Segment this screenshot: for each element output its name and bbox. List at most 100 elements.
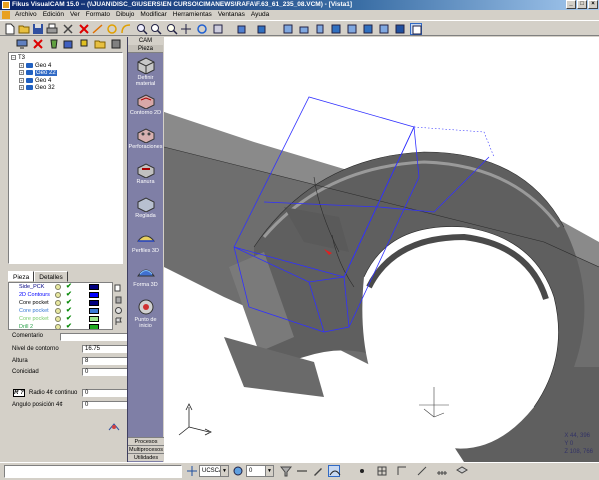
curve-mode-icon[interactable] <box>328 465 341 477</box>
view-bottom-icon[interactable] <box>346 23 358 35</box>
taper-field[interactable]: 0 <box>82 368 130 376</box>
help-icon[interactable] <box>108 422 120 432</box>
color-swatch[interactable] <box>89 308 99 314</box>
view-left-icon[interactable] <box>378 23 390 35</box>
flag-icon[interactable] <box>114 317 123 326</box>
draw-line-icon[interactable] <box>92 23 104 35</box>
pen-icon[interactable] <box>312 465 324 477</box>
list-item[interactable]: Side_PCK ✔ <box>9 283 112 291</box>
tool-icon[interactable] <box>48 38 60 50</box>
remove-icon[interactable] <box>32 38 44 50</box>
layer-color-icon[interactable] <box>232 465 244 477</box>
minimize-button[interactable]: _ <box>566 0 576 9</box>
zoom-extents-icon[interactable] <box>166 23 178 35</box>
snap-origin-icon[interactable] <box>186 465 198 477</box>
layers-icon[interactable] <box>456 465 468 477</box>
grid-snap-icon[interactable] <box>376 465 388 477</box>
view-iso-icon[interactable] <box>256 23 268 35</box>
check-icon[interactable]: ✔ <box>66 299 72 307</box>
tree-item[interactable]: + Geo 4 <box>11 62 120 71</box>
draw-arc-icon[interactable] <box>120 23 132 35</box>
visibility-bulb-icon[interactable] <box>55 300 61 306</box>
view-back-icon[interactable] <box>330 23 342 35</box>
define-material-button[interactable]: Definir material <box>128 56 163 88</box>
expand-icon[interactable]: + <box>19 70 24 75</box>
check-icon[interactable]: ✔ <box>66 291 72 299</box>
color-swatch[interactable] <box>89 300 99 306</box>
color-swatch[interactable] <box>89 316 99 322</box>
expand-icon[interactable]: + <box>19 77 24 83</box>
check-icon[interactable]: ✔ <box>66 283 72 291</box>
radius-field[interactable]: 0 <box>82 389 130 397</box>
layer-select[interactable]: 0 ▼ <box>246 465 274 477</box>
folder-tree-icon[interactable] <box>94 38 106 50</box>
color-swatch[interactable] <box>89 292 99 298</box>
check-icon[interactable]: ✔ <box>66 323 72 329</box>
tree-root[interactable]: − T3 <box>11 55 120 63</box>
multiprocesses-button[interactable]: Multiprocesos <box>128 445 164 453</box>
save-icon[interactable] <box>32 23 44 35</box>
pan-icon[interactable] <box>180 23 192 35</box>
menu-modificar[interactable]: Modificar <box>137 10 169 20</box>
color-swatch[interactable] <box>89 284 99 290</box>
height-field[interactable]: 8 <box>82 357 130 365</box>
ruled-button[interactable]: Reglada <box>128 194 163 226</box>
menu-formato[interactable]: Formato <box>83 10 113 20</box>
view-options-icon[interactable] <box>212 23 224 35</box>
slot-button[interactable]: Ranura <box>128 160 163 192</box>
command-input[interactable] <box>4 465 182 478</box>
delete-icon[interactable] <box>78 23 90 35</box>
sim-icon[interactable] <box>114 306 123 315</box>
list-item[interactable]: Core pocket ✔ <box>9 299 112 307</box>
start-point-button[interactable]: Punto de inicio <box>128 298 163 330</box>
cut-icon[interactable] <box>62 23 74 35</box>
form-3d-button[interactable]: Forma 3D <box>128 263 163 295</box>
line-style-icon[interactable] <box>296 465 308 477</box>
profiles-3d-button[interactable]: Perfiles 3D <box>128 229 163 261</box>
maximize-button[interactable]: □ <box>577 0 587 9</box>
view-side-icon[interactable] <box>314 23 326 35</box>
view-right-icon[interactable] <box>362 23 374 35</box>
menu-ver[interactable]: Ver <box>67 10 83 20</box>
rotate-view-icon[interactable] <box>196 23 208 35</box>
processes-button[interactable]: Procesos <box>128 437 164 445</box>
draw-circle-icon[interactable] <box>106 23 118 35</box>
trash-icon[interactable] <box>114 295 123 304</box>
ucs-select[interactable]: UCSCAM ▼ <box>199 465 229 477</box>
utilities-button[interactable]: Utilidades <box>128 453 164 461</box>
tab-pieza[interactable]: Pieza <box>8 271 35 282</box>
tree-item[interactable]: + Geo 32 <box>11 85 120 93</box>
geometry-tree[interactable]: − T3 + Geo 4 + Geo 22 + Geo 4 + Geo 32 <box>8 52 123 264</box>
expand-icon[interactable]: + <box>19 62 24 68</box>
check-icon[interactable]: ✔ <box>66 307 72 315</box>
menu-edicion[interactable]: Edición <box>40 10 67 20</box>
tab-detalles[interactable]: Detalles <box>34 271 68 282</box>
list-item[interactable]: Core pocket ✔ <box>9 307 112 315</box>
visibility-bulb-icon[interactable] <box>55 308 61 314</box>
close-button[interactable]: × <box>588 0 598 9</box>
wireframe-view-icon[interactable] <box>410 23 422 35</box>
menu-dibujo[interactable]: Dibujo <box>113 10 137 20</box>
contour-2d-button[interactable]: Contorno 2D <box>128 91 163 123</box>
settings-tree-icon[interactable] <box>110 38 122 50</box>
visibility-bulb-icon[interactable] <box>55 284 61 290</box>
menu-ayuda[interactable]: Ayuda <box>248 10 272 20</box>
view-top-icon[interactable] <box>298 23 310 35</box>
zoom-window-icon[interactable] <box>150 23 162 35</box>
polar-icon[interactable] <box>416 465 428 477</box>
operations-list[interactable]: Side_PCK ✔ 2D Contours ✔ Core pocket ✔ Core… <box>8 282 113 330</box>
tree-item-selected[interactable]: + Geo 22 <box>11 70 120 78</box>
copy-icon[interactable] <box>114 284 123 293</box>
material-icon[interactable] <box>62 38 74 50</box>
visibility-bulb-icon[interactable] <box>55 292 61 298</box>
open-folder-icon[interactable] <box>18 23 30 35</box>
cam-section-pieza[interactable]: Pieza <box>128 45 163 53</box>
point-snap-icon[interactable] <box>356 465 368 477</box>
menu-ventanas[interactable]: Ventanas <box>215 10 248 20</box>
document-icon[interactable] <box>2 11 10 19</box>
shaded-view-icon[interactable] <box>394 23 406 35</box>
ortho-icon[interactable] <box>396 465 408 477</box>
monitor-icon[interactable] <box>16 38 28 50</box>
measure-icon[interactable] <box>436 465 448 477</box>
visibility-bulb-icon[interactable] <box>55 316 61 322</box>
